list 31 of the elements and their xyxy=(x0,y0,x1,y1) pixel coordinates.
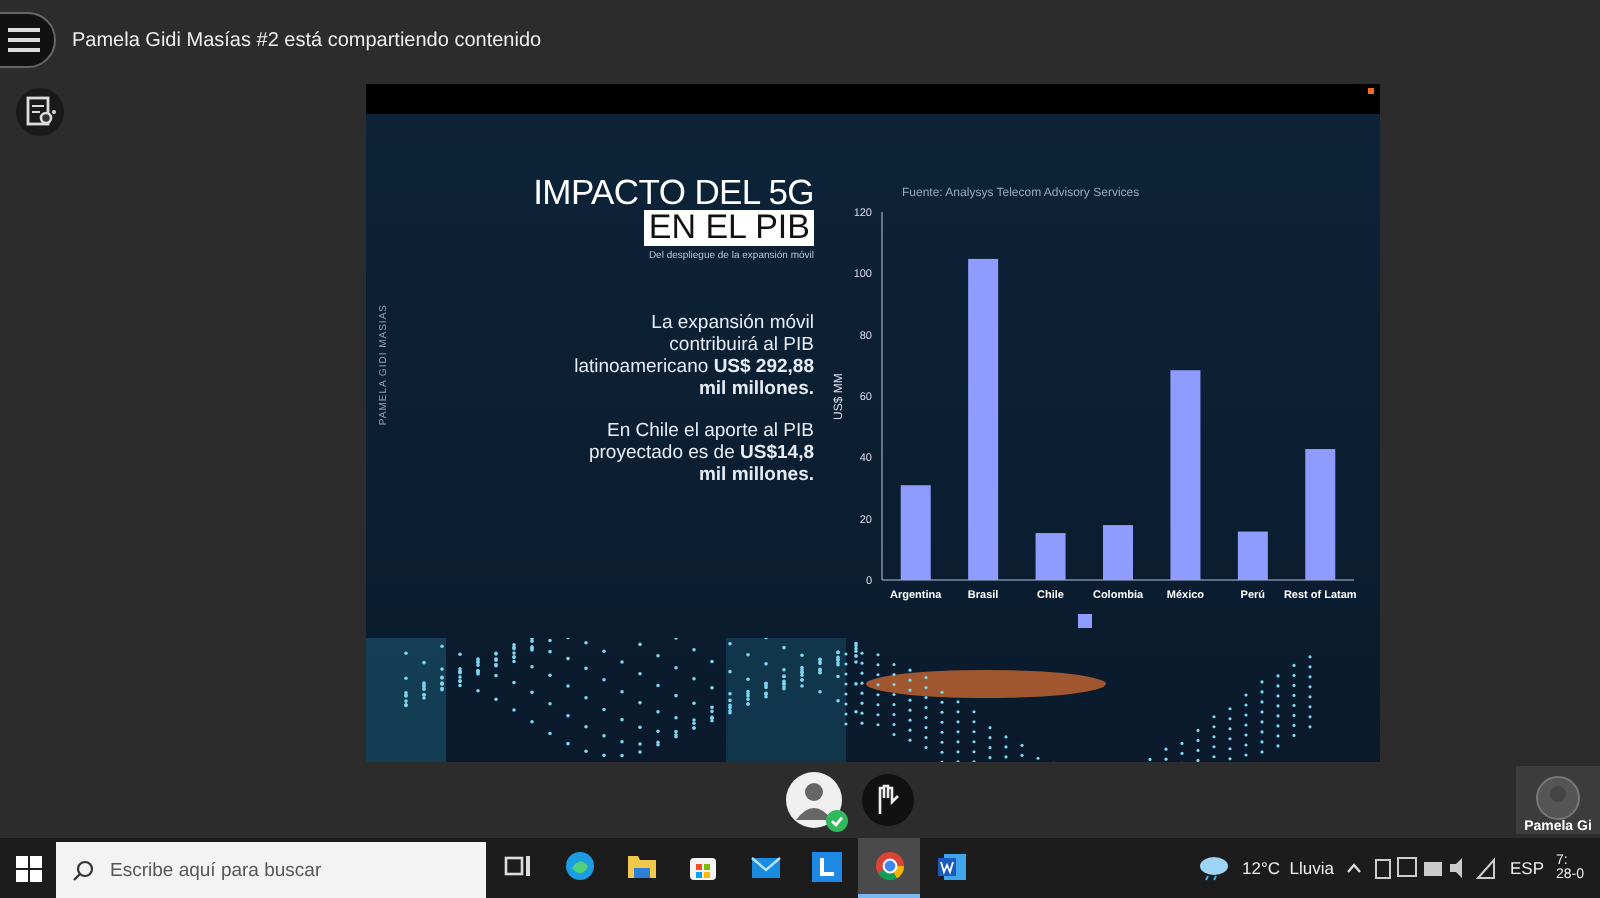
check-badge-icon xyxy=(826,810,848,832)
hand-icon xyxy=(874,784,902,816)
slide-paragraph: En Chile el aporte al PIB proyectado es de US$14,8 mil millones. xyxy=(586,421,814,488)
document-w-icon xyxy=(935,851,967,881)
language-indicator[interactable]: ESP xyxy=(1509,858,1544,878)
folder-icon xyxy=(625,852,657,880)
letter-l-tile-icon xyxy=(812,851,842,881)
rain-cloud-icon xyxy=(1198,854,1231,882)
document-button[interactable] xyxy=(16,88,64,136)
slide-title-highlight: EN EL PIB xyxy=(644,210,814,247)
user-avatar-button[interactable] xyxy=(786,772,842,828)
system-tray-icons-drawing xyxy=(1373,856,1498,880)
menu-icon xyxy=(8,28,40,52)
search-icon xyxy=(72,859,94,881)
weather-text[interactable]: 12°C Lluvia xyxy=(1242,858,1334,878)
slide-paragraph: La expansión móvil contribuirá al PIB latinoamericano US$ 292,88 mil millones. xyxy=(572,314,814,402)
raise-hand-button[interactable] xyxy=(862,774,914,826)
windows-icon xyxy=(15,855,41,881)
menu-button[interactable] xyxy=(0,12,56,68)
legend-swatch xyxy=(1078,614,1092,628)
chevron-up-icon[interactable] xyxy=(1345,862,1362,874)
search-field[interactable]: Escribe aquí para buscar xyxy=(56,842,486,898)
sharing-title: Pamela Gidi Masías #2 está compartiendo contenido xyxy=(72,29,542,51)
person-silhouette-icon xyxy=(1536,776,1580,820)
envelope-icon xyxy=(749,852,781,880)
document-search-icon xyxy=(24,96,56,128)
chrome-icon xyxy=(873,850,905,882)
slide-title: IMPACTO DEL 5G xyxy=(533,174,814,211)
swirl-icon xyxy=(563,850,595,882)
search-input[interactable]: Escribe aquí para buscar xyxy=(106,857,486,883)
task-view-icon xyxy=(503,852,531,880)
